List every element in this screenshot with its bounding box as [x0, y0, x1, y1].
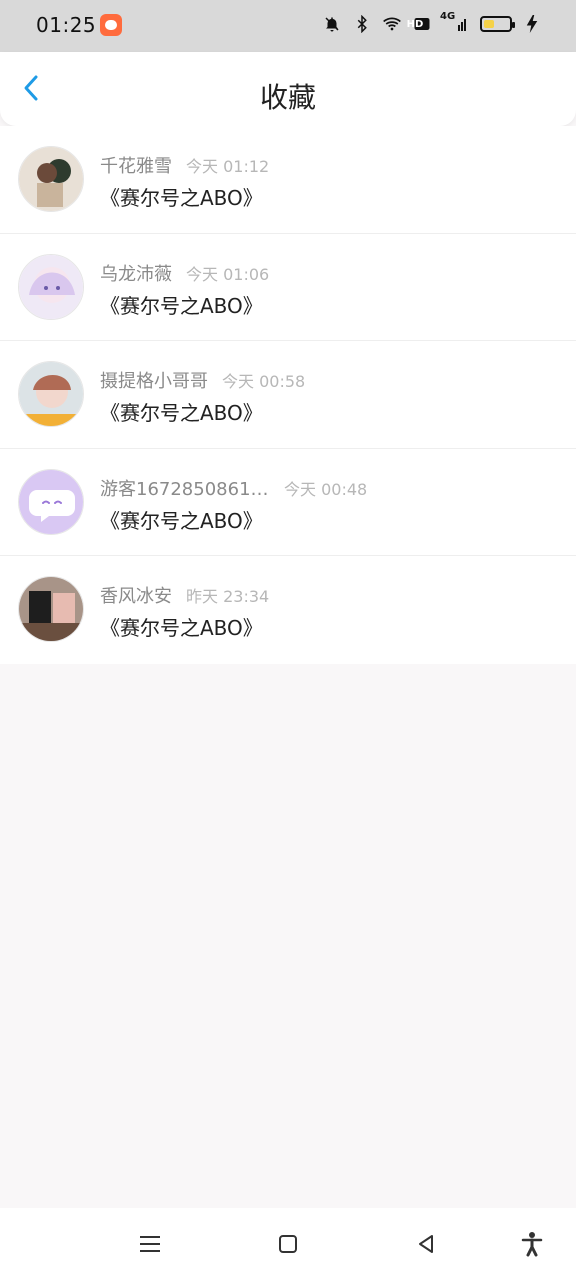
- favorite-item[interactable]: 香风冰安 昨天 23:34 《赛尔号之ABO》: [0, 556, 576, 664]
- status-icons: HD 4G: [322, 11, 542, 34]
- favorite-item[interactable]: 摄提格小哥哥 今天 00:58 《赛尔号之ABO》: [0, 341, 576, 449]
- app-notification-icon: [100, 14, 122, 36]
- avatar: [18, 253, 84, 320]
- photo-avatar-1: [19, 147, 83, 211]
- favorite-meta: 摄提格小哥哥 今天 00:58: [100, 367, 305, 393]
- favorite-meta: 千花雅雪 今天 01:12: [100, 152, 269, 178]
- mute-bell-icon: [322, 14, 342, 34]
- username: 香风冰安: [100, 586, 172, 608]
- favorite-item[interactable]: 千花雅雪 今天 01:12 《赛尔号之ABO》: [0, 126, 576, 234]
- favorite-item[interactable]: 乌龙沛薇 今天 01:06 《赛尔号之ABO》: [0, 234, 576, 342]
- timestamp: 今天 00:48: [284, 479, 368, 499]
- battery-level: [484, 20, 494, 28]
- timestamp: 今天 00:58: [222, 372, 306, 392]
- hd-icon: HD: [407, 14, 432, 34]
- wifi-icon: [382, 14, 402, 34]
- charging-icon: [522, 14, 542, 34]
- favorite-item[interactable]: 游客16728508616... 今天 00:48 《赛尔号之ABO》: [0, 449, 576, 557]
- timestamp: 昨天 23:34: [186, 587, 270, 607]
- battery-icon: [480, 16, 515, 32]
- username: 乌龙沛薇: [100, 263, 172, 285]
- avatar: [18, 146, 84, 212]
- avatar: [18, 468, 84, 535]
- status-bar: 01:25 HD 4G: [0, 0, 576, 52]
- bluetooth-icon: [352, 14, 372, 34]
- work-title: 《赛尔号之ABO》: [100, 293, 263, 318]
- username: 摄提格小哥哥: [100, 371, 208, 393]
- work-title: 《赛尔号之ABO》: [100, 401, 263, 426]
- username: 游客16728508616...: [100, 478, 270, 500]
- accessibility-icon: [521, 1232, 543, 1257]
- signal-label: 4G: [440, 11, 456, 22]
- photo-avatar-3: [19, 362, 83, 427]
- home-button[interactable]: [274, 1230, 302, 1258]
- menu-button[interactable]: [136, 1230, 164, 1258]
- default-guest-avatar: [19, 469, 83, 534]
- favorite-meta: 香风冰安 昨天 23:34: [100, 582, 269, 608]
- avatar: [18, 576, 84, 643]
- timestamp: 今天 01:12: [186, 157, 270, 176]
- favorite-meta: 游客16728508616... 今天 00:48: [100, 475, 367, 501]
- back-nav-button[interactable]: [412, 1230, 440, 1258]
- work-title: 《赛尔号之ABO》: [100, 616, 263, 641]
- accessibility-button[interactable]: [518, 1230, 546, 1258]
- system-nav-bar: [0, 1208, 576, 1280]
- home-square-icon: [279, 1235, 297, 1253]
- avatar: [18, 361, 84, 428]
- anime-avatar-2: [19, 254, 83, 319]
- app-header: 收藏: [0, 52, 576, 126]
- page-title: 收藏: [259, 81, 316, 114]
- username: 千花雅雪: [100, 156, 172, 177]
- menu-icon: [140, 1236, 160, 1252]
- timestamp: 今天 01:06: [186, 264, 270, 284]
- work-title: 《赛尔号之ABO》: [100, 186, 263, 210]
- photo-avatar-5: [19, 577, 83, 642]
- work-title: 《赛尔号之ABO》: [100, 508, 263, 533]
- status-time: 01:25: [36, 13, 97, 37]
- favorite-meta: 乌龙沛薇 今天 01:06: [100, 260, 269, 286]
- signal-icon: 4G: [440, 11, 470, 34]
- triangle-back-icon: [419, 1235, 433, 1253]
- hd-label: HD: [406, 18, 424, 30]
- favorites-list: 千花雅雪 今天 01:12 《赛尔号之ABO》 乌龙沛薇 今天 01:06 《赛…: [0, 126, 576, 664]
